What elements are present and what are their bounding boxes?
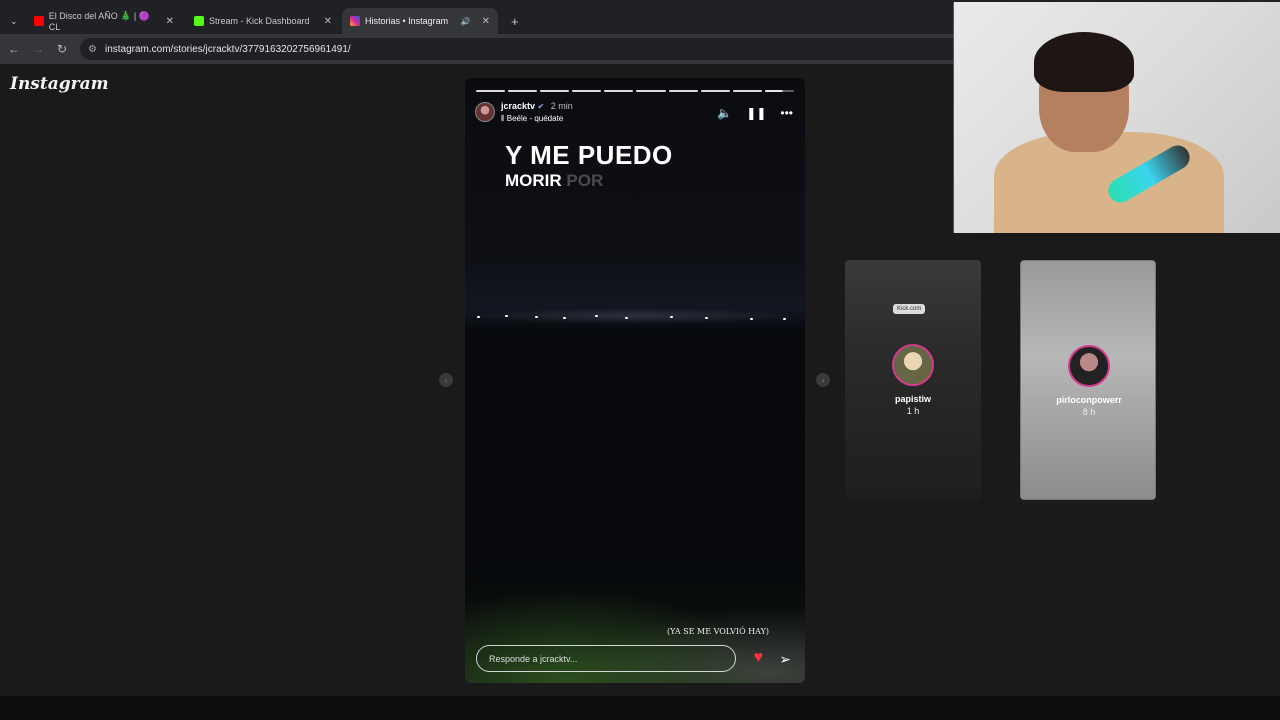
close-icon[interactable]: ✕ <box>324 16 332 27</box>
close-icon[interactable]: ✕ <box>166 16 174 27</box>
avatar <box>1068 345 1110 387</box>
url-text: instagram.com/stories/jcracktv/377916320… <box>104 43 351 55</box>
forward-icon[interactable]: → <box>26 42 50 56</box>
instagram-icon <box>350 16 360 26</box>
webcam-overlay <box>953 2 1280 233</box>
card-username: pirloconpowerr <box>1056 395 1122 405</box>
new-tab-button[interactable]: + <box>503 8 523 34</box>
tab-disco[interactable]: El Disco del AÑO 🎄 | 🟣 CL ✕ <box>26 8 182 34</box>
card-time: 1 h <box>906 406 920 416</box>
next-story-button[interactable]: › <box>816 373 830 387</box>
lyric-word-faded: POR <box>566 171 604 190</box>
music-bars-icon: ⦀ <box>501 113 505 123</box>
url-input[interactable]: ⚙ instagram.com/stories/jcracktv/3779163… <box>80 38 960 60</box>
previous-story-button[interactable]: ‹ <box>439 373 453 387</box>
site-info-icon[interactable]: ⚙ <box>88 44 97 55</box>
card-time: 8 h <box>1082 407 1096 417</box>
next-story-card[interactable]: Kick.com papistiw 1 h <box>845 260 981 500</box>
story-time: 2 min <box>550 100 573 111</box>
person-hair <box>1034 32 1134 92</box>
avatar[interactable] <box>475 102 495 122</box>
lyric-word: MORIR <box>505 171 562 190</box>
back-icon[interactable]: ← <box>2 42 26 56</box>
tab-label: Historias • Instagram <box>365 16 449 26</box>
story-caption: (YA SE ME VOLVIÓ HAY) <box>667 627 769 636</box>
heart-icon[interactable]: ♥ <box>754 649 764 667</box>
pause-icon[interactable]: ❚❚ <box>746 106 766 120</box>
tab-search-button[interactable]: ⌄ <box>2 8 24 34</box>
status-bar <box>0 696 1280 720</box>
instagram-logo[interactable]: Instagram <box>10 74 109 94</box>
tab-label: Stream - Kick Dashboard <box>209 16 310 26</box>
story-music[interactable]: Beéle - quédate <box>507 114 564 123</box>
chevron-down-icon: ⌄ <box>10 15 18 26</box>
lyric-line-2: MORIR POR <box>505 171 603 191</box>
close-icon[interactable]: ✕ <box>482 16 490 27</box>
tab-instagram[interactable]: Historias • Instagram 🔊 ✕ <box>342 8 498 34</box>
tab-label: El Disco del AÑO 🎄 | 🟣 CL <box>48 10 150 32</box>
kick-icon <box>194 16 204 26</box>
next-story-card[interactable]: pirloconpowerr 8 h <box>1020 260 1156 500</box>
story-username[interactable]: jcracktv <box>501 101 535 111</box>
tab-kick[interactable]: Stream - Kick Dashboard ✕ <box>186 8 340 34</box>
card-username: papistiw <box>894 394 931 404</box>
send-icon[interactable]: ➢ <box>779 651 791 668</box>
lyric-line-1: Y ME PUEDO <box>505 140 673 170</box>
volume-icon[interactable]: 🔈 <box>717 106 732 120</box>
reload-icon[interactable]: ↻ <box>50 42 74 56</box>
story-viewer[interactable]: jcracktv ✔ 2 min ⦀ Beéle - quédate 🔈 ❚❚ … <box>465 78 805 683</box>
youtube-icon <box>34 16 44 26</box>
avatar <box>892 344 934 386</box>
verified-icon: ✔ <box>537 101 545 111</box>
more-options-icon[interactable]: ••• <box>780 106 793 120</box>
story-controls: 🔈 ❚❚ ••• <box>717 106 793 120</box>
story-progress <box>476 90 794 92</box>
reply-input[interactable]: Responde a jcracktv... <box>476 645 736 672</box>
kick-chip: Kick.com <box>893 304 926 314</box>
city-lights <box>465 308 805 324</box>
speaker-icon[interactable]: 🔊 <box>461 17 471 26</box>
